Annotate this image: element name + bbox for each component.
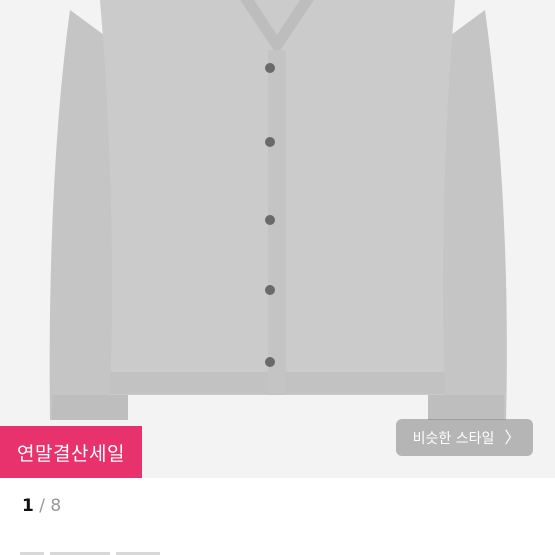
similar-style-button[interactable]: 비슷한 스타일 〉 xyxy=(396,419,533,456)
image-pager: 1 / 8 xyxy=(22,496,61,516)
similar-style-label: 비슷한 스타일 xyxy=(412,430,495,447)
pager-total: 8 xyxy=(50,496,62,516)
pager-separator: / xyxy=(39,496,45,516)
button-5 xyxy=(265,357,275,367)
cardigan-illustration xyxy=(49,0,507,420)
pager-current: 1 xyxy=(22,496,34,516)
button-1 xyxy=(265,63,275,73)
chevron-right-icon: 〉 xyxy=(504,427,521,447)
button-4 xyxy=(265,285,275,295)
sale-badge[interactable]: 연말결산세일 xyxy=(0,426,142,478)
button-2 xyxy=(265,137,275,147)
product-image[interactable] xyxy=(0,0,555,478)
truncated-title-line xyxy=(20,546,220,555)
sale-badge-label: 연말결산세일 xyxy=(17,442,125,465)
button-3 xyxy=(265,215,275,225)
